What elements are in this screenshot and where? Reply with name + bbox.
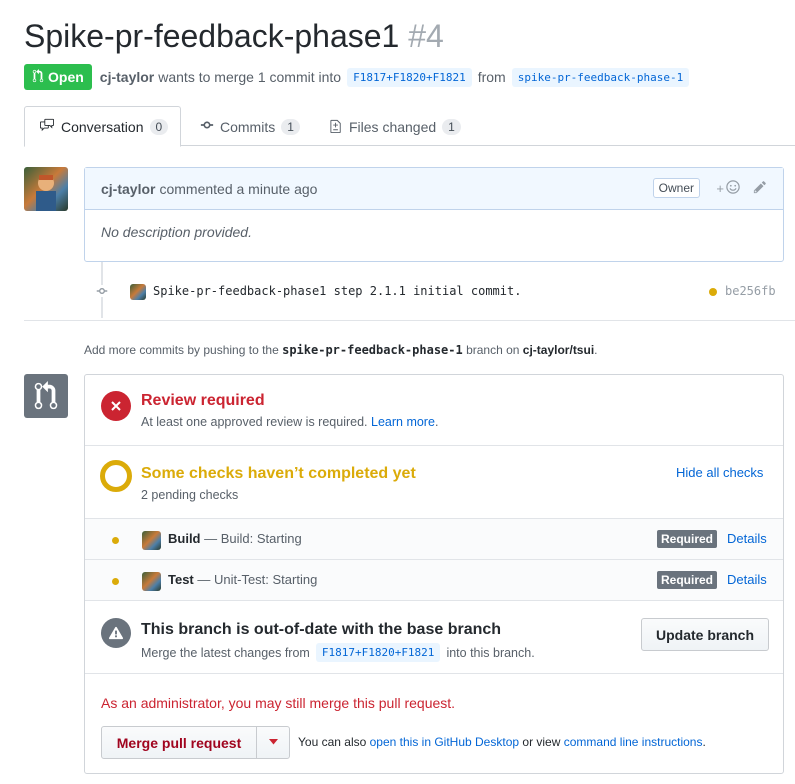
pencil-icon[interactable]	[753, 180, 767, 197]
check-desc-build: — Build: Starting	[204, 531, 302, 546]
commit-message[interactable]: Spike-pr-feedback-phase1 step 2.1.1 init…	[153, 284, 521, 298]
command-line-instructions-link[interactable]: command line instructions	[564, 735, 703, 749]
pr-meta: Open cj-taylor wants to merge 1 commit i…	[24, 64, 695, 90]
admin-message: As an administrator, you may still merge…	[101, 695, 456, 711]
merge-box: Review required At least one approved re…	[84, 374, 784, 774]
commit-status-dot[interactable]	[709, 288, 717, 296]
comment-box: cj-taylor commented a minute ago Owner +…	[84, 167, 784, 262]
comment-body: No description provided.	[101, 224, 252, 240]
state-badge: Open	[24, 64, 92, 90]
comment-author[interactable]: cj-taylor	[101, 181, 155, 197]
owner-badge: Owner	[652, 178, 700, 198]
checks-section: Some checks haven’t completed yet 2 pend…	[85, 446, 783, 519]
hint-post: .	[594, 343, 598, 357]
tab-conversation-count: 0	[149, 118, 169, 135]
outdated-sub-pre: Merge the latest changes from	[141, 645, 310, 660]
alt-pre: You can also	[298, 735, 367, 749]
commit-icon	[96, 285, 108, 297]
comment-discussion-icon	[39, 118, 55, 135]
review-title: Review required	[141, 392, 265, 409]
details-link-build[interactable]: Details	[727, 531, 767, 546]
divider	[24, 320, 795, 321]
details-link-test[interactable]: Details	[727, 572, 767, 587]
tab-commits[interactable]: Commits 1	[200, 106, 300, 147]
tab-files-changed[interactable]: Files changed 1	[330, 106, 461, 147]
pr-number: #4	[408, 18, 444, 54]
open-github-desktop-link[interactable]: open this in GitHub Desktop	[370, 735, 519, 749]
check-name-test: Test	[168, 572, 194, 587]
check-text-test: Test — Unit-Test: Starting	[168, 572, 317, 587]
file-diff-icon	[330, 118, 343, 136]
reaction-plus-label: +	[716, 181, 724, 196]
add-reaction-button[interactable]: +	[716, 180, 740, 197]
head-ref[interactable]: spike-pr-feedback-phase-1	[511, 67, 690, 87]
pr-author-link[interactable]: cj-taylor	[100, 69, 154, 85]
hint-mid: branch on	[466, 343, 520, 357]
pending-dot-icon	[112, 537, 119, 544]
triangle-down-icon	[268, 737, 278, 748]
merge-text: wants to merge 1 commit into	[158, 69, 342, 85]
alt-merge-options: You can also open this in GitHub Desktop…	[298, 735, 706, 749]
hint-pre: Add more commits by pushing to the	[84, 343, 279, 357]
hint-repo: cj-taylor/tsui	[522, 343, 595, 357]
comment-action[interactable]: commented a minute ago	[159, 181, 317, 197]
alt-mid: or view	[522, 735, 561, 749]
push-hint: Add more commits by pushing to the spike…	[84, 343, 598, 357]
checks-sub: 2 pending checks	[141, 488, 239, 502]
tab-files-changed-label: Files changed	[349, 118, 437, 135]
review-sub-text: At least one approved review is required…	[141, 415, 368, 429]
alt-post: .	[702, 735, 706, 749]
commit-avatar[interactable]	[130, 284, 146, 300]
merge-method-dropdown[interactable]	[257, 727, 289, 758]
required-badge: Required	[657, 571, 718, 589]
tab-commits-count: 1	[281, 118, 300, 135]
state-label: Open	[48, 69, 84, 85]
tab-bar: Conversation 0 Commits 1 Files changed 1	[24, 106, 795, 147]
page-title: Spike-pr-feedback-phase1 #4	[24, 18, 444, 55]
from-text: from	[477, 69, 506, 85]
base-ref[interactable]: F1817+F1820+F1821	[347, 67, 472, 87]
check-desc-test: — Unit-Test: Starting	[197, 572, 318, 587]
git-merge-icon	[24, 374, 68, 418]
required-badge: Required	[657, 530, 718, 548]
hide-all-checks-link[interactable]: Hide all checks	[676, 465, 763, 480]
pending-ring-icon	[100, 460, 132, 492]
check-text-build: Build — Build: Starting	[168, 531, 302, 546]
pr-title: Spike-pr-feedback-phase1	[24, 18, 400, 54]
outdated-title: This branch is out-of-date with the base…	[141, 621, 502, 638]
check-name-build: Build	[168, 531, 201, 546]
update-branch-button[interactable]: Update branch	[641, 618, 769, 651]
merge-pull-request-button[interactable]: Merge pull request	[102, 727, 257, 758]
check-row-build: Build — Build: Starting Required Details	[85, 519, 783, 560]
tab-commits-label: Commits	[220, 118, 276, 135]
review-section: Review required At least one approved re…	[85, 375, 783, 446]
pull-request-icon	[32, 68, 44, 86]
outdated-section: This branch is out-of-date with the base…	[85, 601, 783, 674]
checks-title: Some checks haven’t completed yet	[141, 465, 416, 482]
outdated-base-ref[interactable]: F1817+F1820+F1821	[315, 643, 441, 662]
check-row-test: Test — Unit-Test: Starting Required Deta…	[85, 560, 783, 601]
review-sub-post: .	[434, 415, 439, 429]
tab-conversation[interactable]: Conversation 0	[24, 106, 181, 147]
avatar[interactable]	[24, 167, 68, 211]
commit-icon	[200, 118, 214, 135]
check-avatar	[142, 572, 161, 591]
tab-files-changed-count: 1	[442, 118, 461, 135]
review-sub: At least one approved review is required…	[141, 415, 438, 429]
hint-branch: spike-pr-feedback-phase-1	[282, 343, 463, 357]
outdated-sub: Merge the latest changes from F1817+F182…	[141, 643, 535, 662]
pending-dot-icon	[112, 578, 119, 585]
smiley-icon	[726, 180, 740, 197]
alert-icon	[101, 618, 131, 648]
learn-more-link[interactable]: Learn more	[371, 415, 435, 429]
tab-conversation-label: Conversation	[61, 118, 144, 135]
check-avatar	[142, 531, 161, 550]
x-icon	[101, 391, 131, 421]
outdated-sub-post: into this branch.	[446, 645, 535, 660]
merge-pull-request-button-group: Merge pull request	[101, 726, 290, 759]
commit-sha[interactable]: be256fb	[725, 284, 776, 298]
